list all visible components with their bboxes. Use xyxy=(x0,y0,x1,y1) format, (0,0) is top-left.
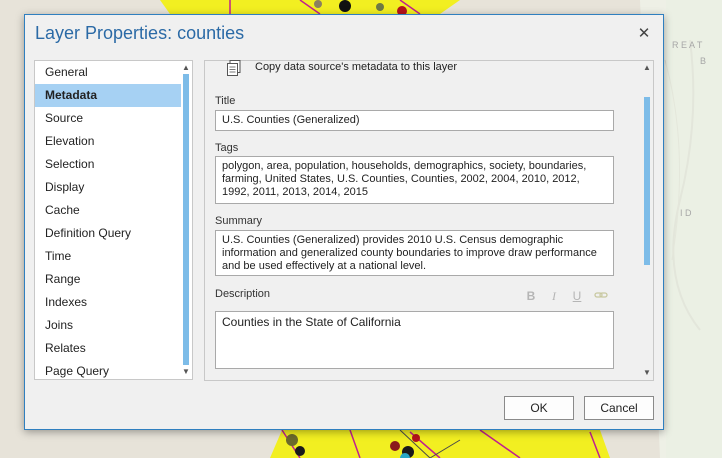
content-scroll-down-icon[interactable]: ▼ xyxy=(641,368,653,378)
close-icon[interactable]: ✕ xyxy=(633,23,655,45)
summary-field[interactable]: U.S. Counties (Generalized) provides 201… xyxy=(215,230,614,276)
nav-item-definition-query[interactable]: Definition Query xyxy=(35,222,181,245)
nav-item-general[interactable]: General xyxy=(35,61,181,84)
nav-list: General Metadata Source Elevation Select… xyxy=(35,61,181,383)
layer-properties-dialog: Layer Properties: counties ✕ General Met… xyxy=(24,14,664,430)
description-field[interactable]: Counties in the State of California xyxy=(215,311,614,369)
bold-icon[interactable]: B xyxy=(524,289,538,303)
copy-metadata-icon xyxy=(227,60,241,76)
tags-label: Tags xyxy=(215,142,239,154)
italic-icon[interactable]: I xyxy=(547,289,561,304)
underline-icon[interactable]: U xyxy=(570,289,584,303)
nav-item-display[interactable]: Display xyxy=(35,176,181,199)
nav-item-indexes[interactable]: Indexes xyxy=(35,291,181,314)
nav-item-relates[interactable]: Relates xyxy=(35,337,181,360)
metadata-panel: Copy data source's metadata to this laye… xyxy=(204,60,654,381)
nav-scrollbar[interactable]: ▲ ▼ xyxy=(180,61,192,379)
nav-item-elevation[interactable]: Elevation xyxy=(35,130,181,153)
title-label: Title xyxy=(215,95,236,107)
nav-item-selection[interactable]: Selection xyxy=(35,153,181,176)
nav-item-joins[interactable]: Joins xyxy=(35,314,181,337)
nav-item-range[interactable]: Range xyxy=(35,268,181,291)
map-label-great: R E A T xyxy=(672,40,703,50)
scroll-down-icon[interactable]: ▼ xyxy=(180,367,192,377)
summary-label: Summary xyxy=(215,215,263,227)
content-scroll-up-icon[interactable]: ▲ xyxy=(641,63,653,73)
tags-field[interactable]: polygon, area, population, households, d… xyxy=(215,156,614,204)
description-label: Description xyxy=(215,288,271,300)
ok-button[interactable]: OK xyxy=(504,396,574,420)
dialog-title: Layer Properties: counties xyxy=(35,23,245,43)
content-scroll-thumb[interactable] xyxy=(644,97,650,265)
map-label-b: B xyxy=(700,56,706,66)
nav-item-time[interactable]: Time xyxy=(35,245,181,268)
nav-item-cache[interactable]: Cache xyxy=(35,199,181,222)
properties-nav-panel: General Metadata Source Elevation Select… xyxy=(34,60,193,380)
nav-item-page-query[interactable]: Page Query xyxy=(35,360,181,383)
map-label-id: I D xyxy=(680,208,692,218)
title-field[interactable]: U.S. Counties (Generalized) xyxy=(215,110,614,131)
cancel-button[interactable]: Cancel xyxy=(584,396,654,420)
nav-item-metadata[interactable]: Metadata xyxy=(35,84,181,107)
scroll-up-icon[interactable]: ▲ xyxy=(180,63,192,73)
nav-item-source[interactable]: Source xyxy=(35,107,181,130)
copy-metadata-label: Copy data source's metadata to this laye… xyxy=(255,61,458,73)
content-scrollbar[interactable]: ▲ ▼ xyxy=(641,61,653,380)
link-icon[interactable] xyxy=(594,289,608,304)
nav-scroll-thumb[interactable] xyxy=(183,74,189,365)
